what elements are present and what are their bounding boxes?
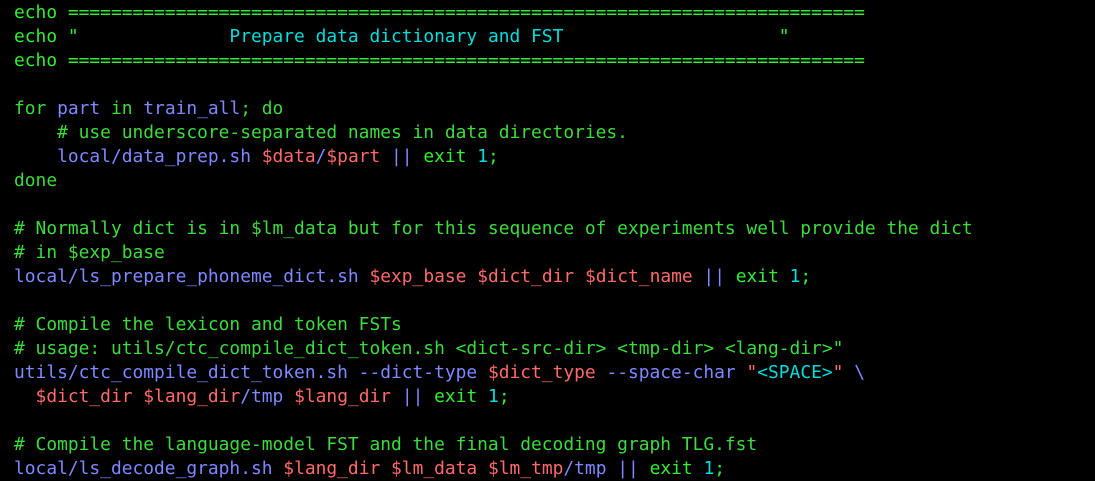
code-token: part [57, 98, 101, 119]
code-line: local/ls_prepare_phoneme_dict.sh $exp_ba… [14, 265, 1095, 289]
code-line: utils/ctc_compile_dict_token.sh --dict-t… [14, 361, 1095, 385]
code-line: # usage: utils/ctc_compile_dict_token.sh… [14, 337, 1095, 361]
code-token: local/data_prep.sh [57, 146, 251, 167]
code-token: $exp_base [369, 266, 467, 287]
code-token: in [100, 98, 144, 119]
code-token: 1 [703, 458, 715, 479]
code-token: # Compile the lexicon and token FSTs [14, 314, 402, 335]
code-token: exit [735, 266, 779, 287]
code-line: local/data_prep.sh $data/$part || exit 1… [14, 145, 1095, 169]
code-token: echo ===================================… [14, 2, 865, 23]
code-line: # Compile the language-model FST and the… [14, 433, 1095, 457]
code-token: utils/ctc_compile_dict_token.sh --dict-t… [14, 362, 488, 383]
code-token: " [832, 362, 844, 383]
code-token: $dict_type [487, 362, 596, 383]
code-token: for [14, 98, 58, 119]
code-token: $lang_dir [294, 386, 392, 407]
code-token: # Normally dict is in $lm_data but for t… [14, 218, 973, 239]
code-token: $dict_dir [35, 386, 133, 407]
code-token: || [380, 146, 424, 167]
code-token: <SPACE> [757, 362, 833, 383]
code-line: # in $exp_base [14, 241, 1095, 265]
code-token: ; [714, 458, 726, 479]
code-line: local/ls_decode_graph.sh $lang_dir $lm_d… [14, 457, 1095, 481]
code-token: " [778, 26, 790, 47]
code-token: $part [326, 146, 381, 167]
code-line: # use underscore-separated names in data… [14, 121, 1095, 145]
code-line: echo ===================================… [14, 1, 1095, 25]
code-line: # Compile the lexicon and token FSTs [14, 313, 1095, 337]
terminal-editor[interactable]: echo ===================================… [0, 0, 1095, 481]
code-line: done [14, 169, 1095, 193]
code-token: 1 [488, 386, 499, 407]
code-token: || [391, 386, 435, 407]
code-token: ; [488, 146, 499, 167]
code-line: echo ===================================… [14, 49, 1095, 73]
code-token: train_all [143, 98, 241, 119]
code-token: 1 [477, 146, 489, 167]
code-token: --space-char [595, 362, 747, 383]
code-line: for part in train_all; do [14, 97, 1095, 121]
code-token: # in $exp_base [14, 242, 165, 263]
code-token: # use underscore-separated names in data… [14, 122, 628, 143]
code-token: ; do [240, 98, 284, 119]
code-token: / [315, 146, 327, 167]
code-token: exit [423, 146, 467, 167]
code-line: # Normally dict is in $lm_data but for t… [14, 217, 1095, 241]
code-token: $lang_dir [143, 386, 241, 407]
code-token: /tmp [563, 458, 607, 479]
code-token: $lm_data [391, 458, 478, 479]
code-token: $dict_name [584, 266, 693, 287]
code-token: exit [649, 458, 693, 479]
code-line: $dict_dir $lang_dir/tmp $lang_dir || exi… [14, 385, 1095, 409]
code-token: echo ===================================… [14, 50, 865, 71]
code-token: || [606, 458, 650, 479]
code-token: $lm_tmp [487, 458, 564, 479]
code-token: # usage: utils/ctc_compile_dict_token.sh… [14, 338, 844, 359]
code-token: /tmp [240, 386, 284, 407]
code-token: " [746, 362, 758, 383]
code-token: exit [434, 386, 478, 407]
code-token: # Compile the language-model FST and the… [14, 434, 758, 455]
code-line: echo " Prepare data dictionary and FST " [14, 25, 1095, 49]
code-token: Prepare data dictionary and FST [78, 26, 779, 47]
code-token: $dict_dir [477, 266, 575, 287]
code-token: || [692, 266, 736, 287]
code-token: 1 [789, 266, 801, 287]
code-token: ; [800, 266, 812, 287]
code-token: local/ls_decode_graph.sh [14, 458, 273, 479]
code-token: \ [843, 362, 865, 383]
code-token: local/ls_prepare_phoneme_dict.sh [14, 266, 359, 287]
code-token: ; [498, 386, 510, 407]
code-token: $data [261, 146, 316, 167]
code-token: done [14, 170, 58, 191]
code-token: $lang_dir [283, 458, 381, 479]
code-token: echo " [14, 26, 79, 47]
